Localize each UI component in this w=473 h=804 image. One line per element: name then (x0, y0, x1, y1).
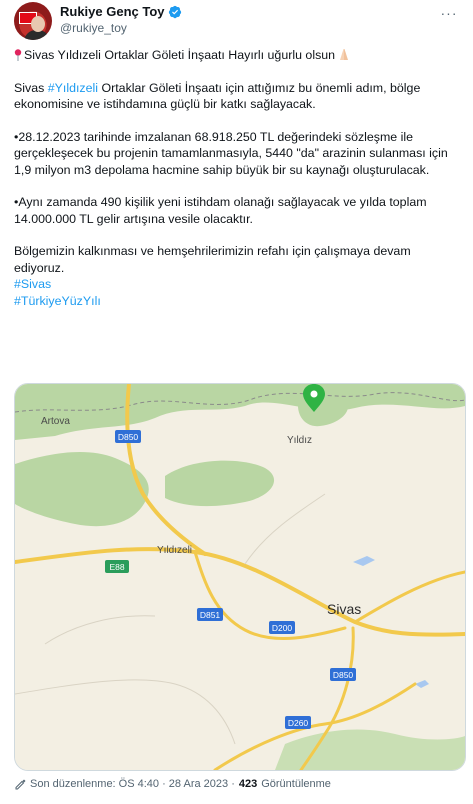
tweet-paragraph-4: •Aynı zamanda 490 kişilik yeni istihdam … (14, 195, 427, 226)
road-shield-d850-south: D850 (330, 668, 356, 681)
folded-hands-icon (340, 49, 349, 60)
road-shield-d200-text: D200 (272, 623, 293, 633)
tweet-paragraph-5: Bölgemizin kalkınması ve hemşehrilerimiz… (14, 244, 411, 275)
hashtag-sivas[interactable]: #Sivas (14, 277, 51, 291)
edit-pencil-icon (15, 779, 26, 790)
round-pushpin-icon (14, 49, 22, 61)
tweet-paragraph-2-start: Sivas (14, 80, 48, 95)
map-label-yildiz: Yıldız (287, 435, 312, 446)
map-card[interactable]: Artova Yıldız Yıldızeli Sivas D850 E88 D… (14, 383, 466, 771)
tweet-footer: Son düzenlenme: ÖS 4:40 · 28 Ara 2023 · … (14, 778, 331, 790)
author-name[interactable]: Rukiye Genç Toy (60, 4, 165, 19)
tweet-paragraph-3: •28.12.2023 tarihinde imzalanan 68.918.2… (14, 129, 448, 177)
views-label: Görüntülenme (261, 778, 331, 790)
map-label-artova: Artova (41, 416, 70, 427)
author-name-line[interactable]: Rukiye Genç Toy (60, 4, 182, 19)
tweet-line-1: Sivas Yıldızeli Ortaklar Göleti İnşaatı … (14, 47, 464, 64)
hashtag-turkiyeyuzyili[interactable]: #TürkiyeYüzYılı (14, 294, 101, 308)
edited-timestamp[interactable]: Son düzenlenme: ÖS 4:40 · 28 Ara 2023 · (30, 778, 235, 790)
hashtag-yildizeli[interactable]: #Yıldızeli (48, 81, 98, 95)
tweet-paragraph-2: Sivas #Yıldızeli Ortaklar Göleti İnşaatı… (14, 80, 464, 113)
more-options-icon[interactable]: ··· (439, 6, 459, 24)
road-shield-d260-text: D260 (288, 718, 309, 728)
hashtag-turkiyeyuzyili-line: #TürkiyeYüzYılı (14, 293, 464, 310)
tweet-header: Rukiye Genç Toy @rukiye_toy ··· (14, 2, 459, 42)
avatar-face (31, 16, 45, 32)
road-shield-e88: E88 (105, 560, 129, 573)
road-shield-d851-text: D851 (200, 610, 221, 620)
road-shield-d260: D260 (285, 716, 311, 729)
road-shield-d850-south-text: D850 (333, 670, 354, 680)
avatar[interactable] (14, 2, 52, 40)
views-count: 423 (238, 778, 258, 790)
author-handle[interactable]: @rukiye_toy (60, 21, 127, 35)
tweet-text: Sivas Yıldızeli Ortaklar Göleti İnşaatı … (14, 47, 464, 309)
road-shield-d851: D851 (197, 608, 223, 621)
map-label-sivas: Sivas (327, 601, 361, 617)
tweet-line-1-text: Sivas Yıldızeli Ortaklar Göleti İnşaatı … (24, 48, 336, 62)
hashtag-sivas-line: #Sivas (14, 276, 464, 293)
verified-badge-icon (168, 5, 181, 18)
road-shield-e88-text: E88 (109, 562, 124, 572)
map-canvas[interactable]: Artova Yıldız Yıldızeli Sivas D850 E88 D… (15, 384, 465, 770)
road-shield-d200: D200 (269, 621, 295, 634)
map-label-yildizeli: Yıldızeli (157, 545, 192, 556)
road-shield-d850-north: D850 (115, 430, 141, 443)
road-shield-d850-north-text: D850 (118, 432, 139, 442)
